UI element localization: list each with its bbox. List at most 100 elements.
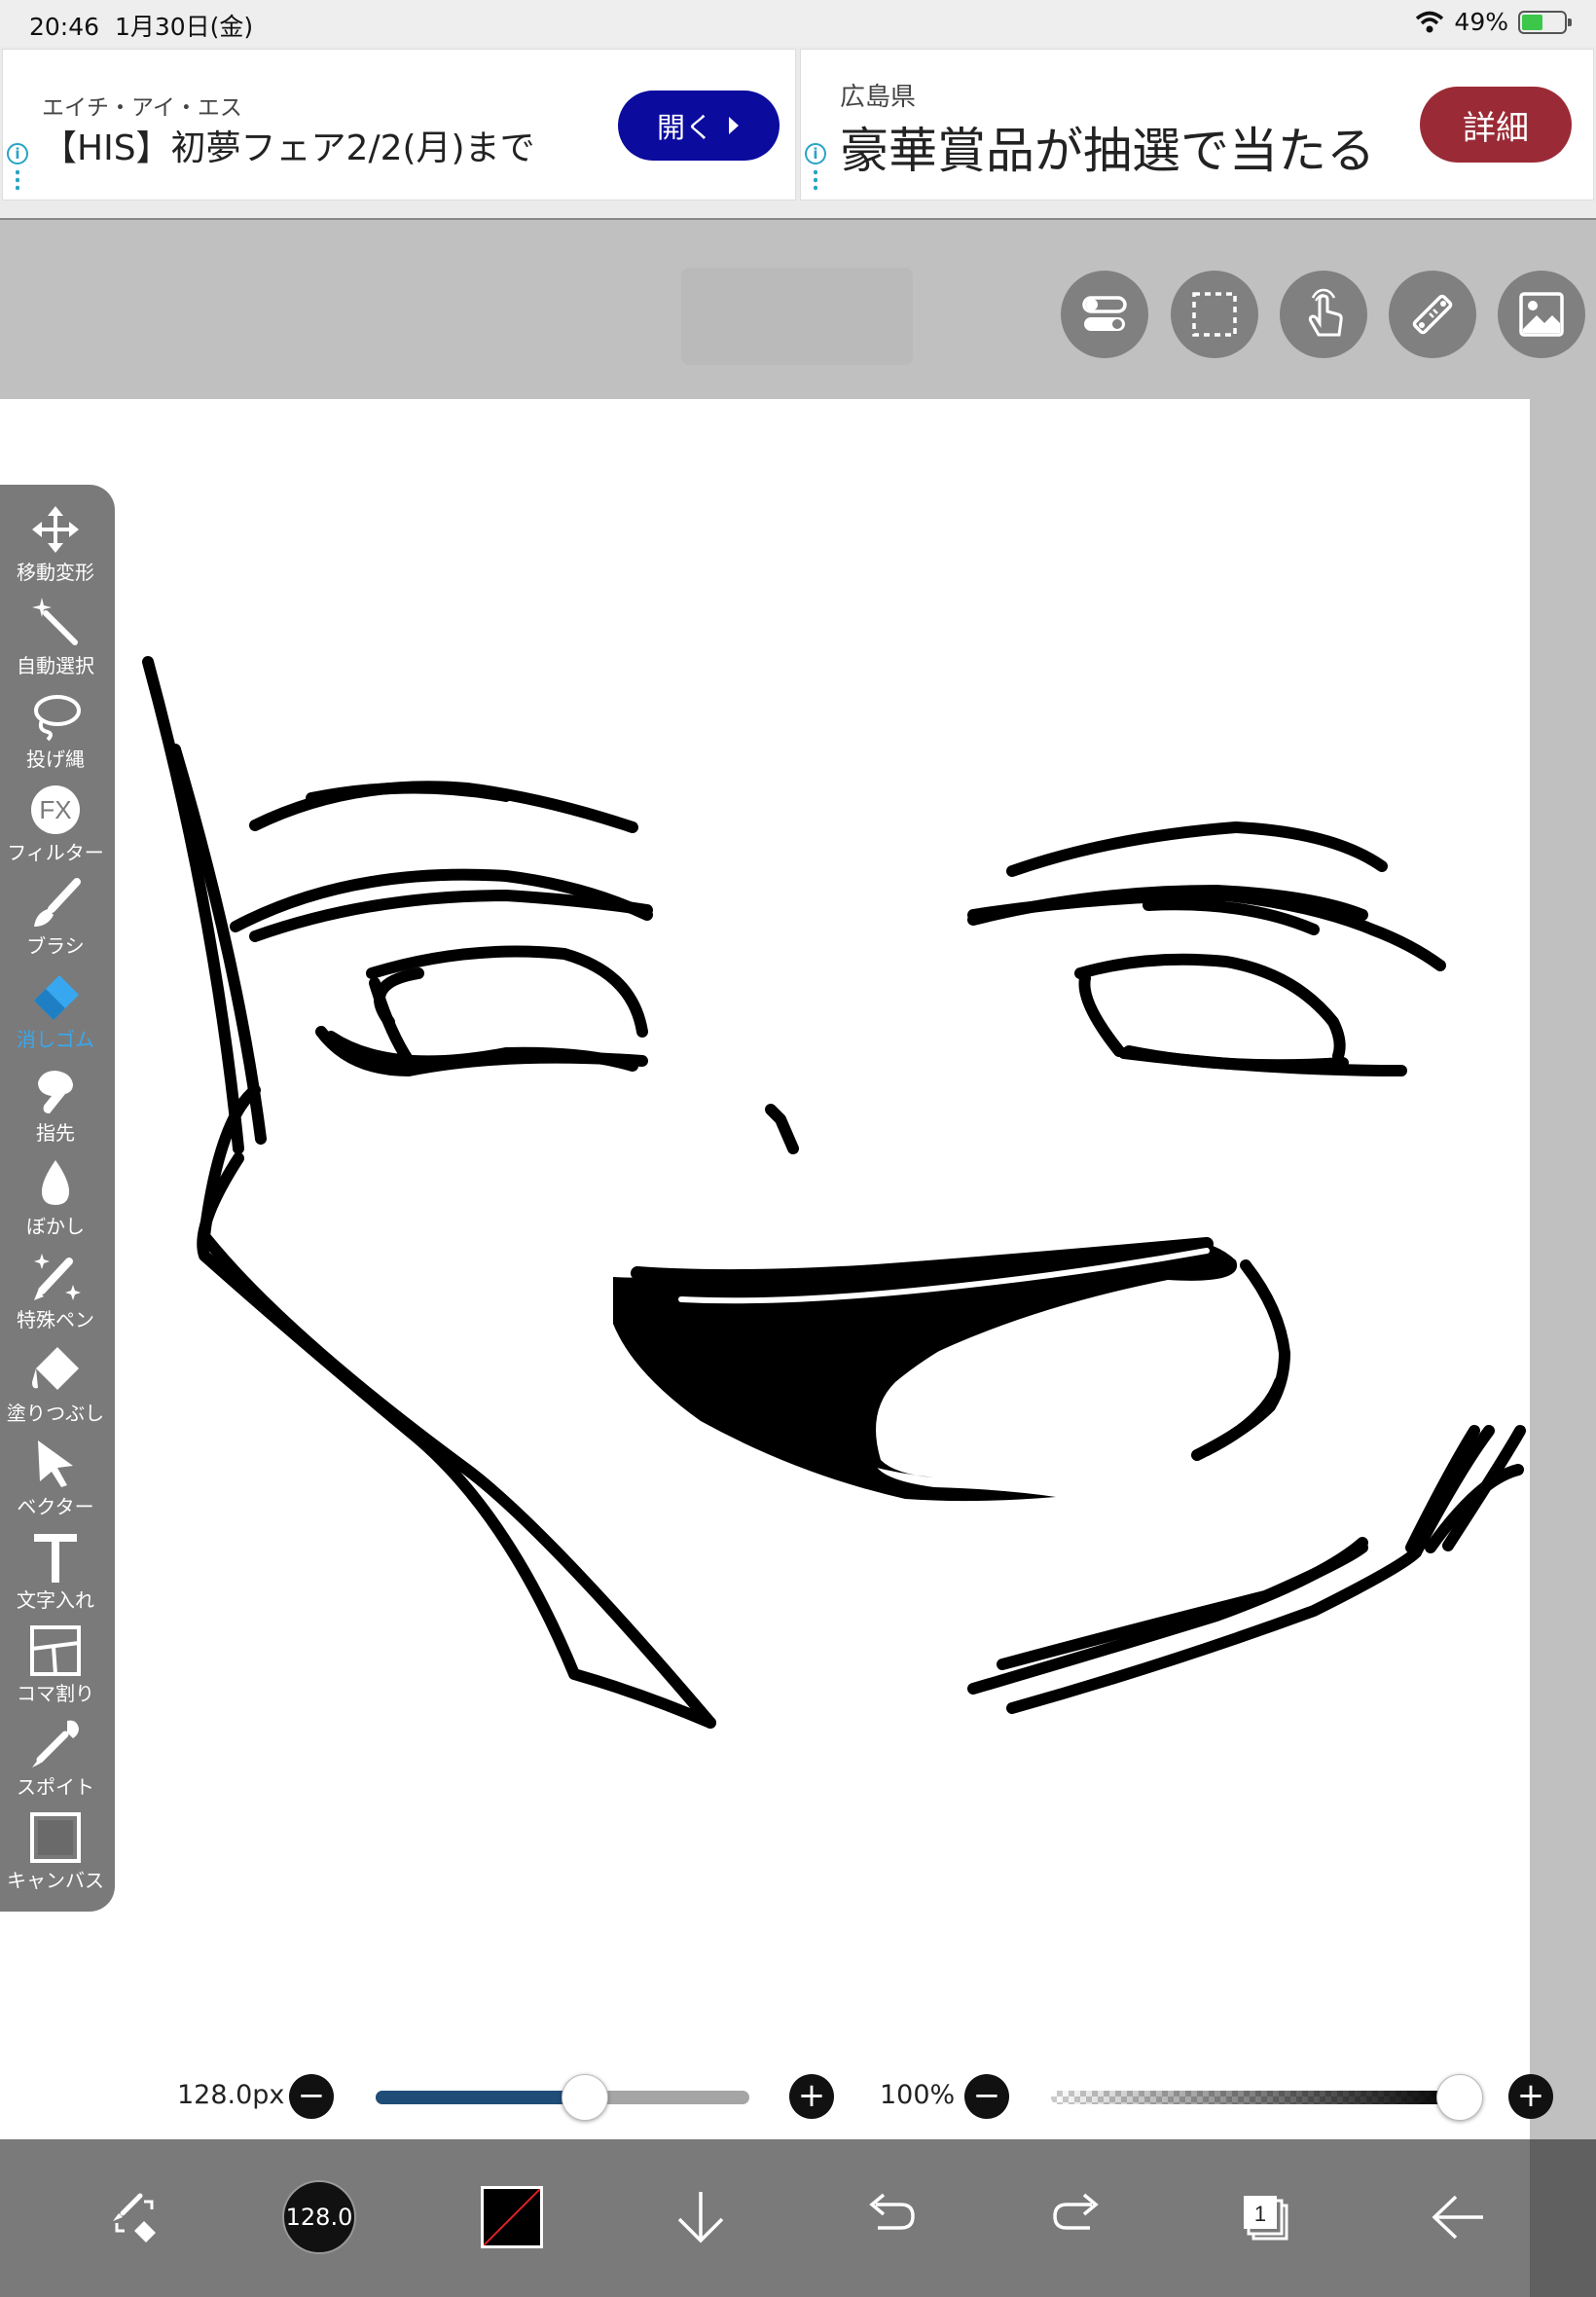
battery-icon <box>1518 10 1572 34</box>
svg-text:FX: FX <box>39 795 71 824</box>
blur-icon <box>42 1160 69 1205</box>
fill-icon <box>32 1347 79 1390</box>
ad-banner-his[interactable]: i エイチ・アイ・エス 【HIS】初夢フェア2/2(月)まで 開く <box>2 49 796 201</box>
tool-label: キャンバス <box>7 1869 104 1892</box>
size-increase-button[interactable]: + <box>789 2074 834 2119</box>
ruler-icon <box>1412 294 1453 335</box>
ad-open-button[interactable]: 開く <box>618 91 780 161</box>
size-decrease-button[interactable]: − <box>289 2074 334 2119</box>
text-icon <box>34 1534 77 1583</box>
redo-button[interactable] <box>1030 2169 1127 2266</box>
brush-size-button[interactable]: 128.0 <box>271 2169 368 2266</box>
tool-brush[interactable]: ブラシ <box>0 876 111 969</box>
eraser-icon <box>34 975 79 1020</box>
touch-button[interactable] <box>1280 271 1367 358</box>
tool-label: 移動変形 <box>17 561 94 584</box>
fx-icon: FX <box>31 785 80 834</box>
special-pen-icon <box>34 1254 81 1300</box>
lasso-icon <box>34 695 81 742</box>
eyedropper-icon <box>32 1720 79 1768</box>
brush-size-indicator: 128.0 <box>282 2180 356 2254</box>
tool-label: コマ割り <box>17 1682 94 1705</box>
info-icon[interactable]: i <box>7 143 28 164</box>
opacity-slider-track[interactable] <box>1051 2091 1460 2104</box>
magic-wand-icon <box>32 598 78 645</box>
finger-icon <box>38 1071 73 1113</box>
tool-canvas[interactable]: キャンバス <box>0 1810 111 1904</box>
back-button[interactable] <box>1409 2169 1506 2266</box>
sketch-drawing <box>142 656 1526 1729</box>
undo-button[interactable] <box>841 2169 938 2266</box>
tool-eraser[interactable]: 消しゴム <box>0 969 111 1063</box>
tool-label: ブラシ <box>26 934 85 958</box>
image-button[interactable] <box>1498 271 1585 358</box>
layers-button[interactable]: 1 <box>1216 2169 1314 2266</box>
opacity-slider-knob[interactable] <box>1436 2074 1483 2121</box>
opacity-label: 100% <box>880 2080 956 2110</box>
arrow-down-icon <box>677 2192 724 2243</box>
ad-advertiser: エイチ・アイ・エス <box>42 95 242 121</box>
ad-advertiser: 広島県 <box>840 83 917 112</box>
status-time: 20:46 1月30日(金) <box>29 13 254 41</box>
download-button[interactable] <box>652 2169 749 2266</box>
tool-fill[interactable]: 塗りつぶし <box>0 1343 111 1437</box>
size-slider-fill <box>376 2091 586 2104</box>
ad-details-button[interactable]: 詳細 <box>1420 87 1572 163</box>
swap-tool-button[interactable] <box>86 2169 183 2266</box>
swap-brush-eraser-icon <box>113 2193 156 2242</box>
tool-label: ベクター <box>17 1495 94 1518</box>
tool-panel: 移動変形 自動選択 投げ縄 FX フィルター ブラシ 消しゴム 指先 ぼかし 特… <box>0 485 115 1912</box>
opacity-decrease-button[interactable]: − <box>964 2074 1009 2119</box>
color-swatch <box>481 2186 543 2248</box>
drawing-canvas[interactable] <box>0 399 1530 2139</box>
tool-label: スポイト <box>17 1775 94 1799</box>
color-button[interactable] <box>463 2169 561 2266</box>
image-icon <box>1519 292 1564 337</box>
toggle-icon <box>1082 296 1127 331</box>
tool-text[interactable]: 文字入れ <box>0 1530 111 1623</box>
arrow-left-icon <box>1432 2195 1483 2240</box>
tool-auto-select[interactable]: 自動選択 <box>0 596 111 689</box>
tool-blur[interactable]: ぼかし <box>0 1156 111 1250</box>
tool-label: 文字入れ <box>17 1588 94 1612</box>
ad-headline: 豪華賞品が抽選で当たる <box>840 123 1375 179</box>
tool-vector[interactable]: ベクター <box>0 1437 111 1530</box>
battery-percent: 49% <box>1454 8 1508 36</box>
canvas-icon <box>30 1812 81 1863</box>
brush-icon <box>34 878 81 927</box>
tool-panel-divide[interactable]: コマ割り <box>0 1623 111 1717</box>
tool-special-pen[interactable]: 特殊ペン <box>0 1250 111 1343</box>
tool-label: 塗りつぶし <box>6 1402 105 1425</box>
move-icon <box>32 506 79 553</box>
tool-finger[interactable]: 指先 <box>0 1063 111 1156</box>
play-arrow-icon <box>729 117 739 134</box>
selection-icon <box>1192 292 1237 337</box>
redo-icon <box>1053 2193 1099 2230</box>
toggle-button[interactable] <box>1061 271 1148 358</box>
tool-eyedropper[interactable]: スポイト <box>0 1717 111 1810</box>
more-dots-icon[interactable] <box>16 168 19 192</box>
info-icon[interactable]: i <box>805 143 826 164</box>
ad-bar: i エイチ・アイ・エス 【HIS】初夢フェア2/2(月)まで 開く i 広島県 … <box>0 47 1596 220</box>
selection-button[interactable] <box>1171 271 1258 358</box>
status-bar: 20:46 1月30日(金) 49% <box>0 0 1596 47</box>
brush-size-label: 128.0px <box>177 2080 285 2110</box>
more-dots-icon[interactable] <box>814 168 817 192</box>
tool-lasso[interactable]: 投げ縄 <box>0 689 111 783</box>
ad-banner-hiroshima[interactable]: i 広島県 豪華賞品が抽選で当たる 詳細 <box>800 49 1594 201</box>
tool-filter[interactable]: FX フィルター <box>0 783 111 876</box>
ruler-button[interactable] <box>1389 271 1476 358</box>
tool-label: 投げ縄 <box>26 747 85 771</box>
size-slider-knob[interactable] <box>562 2074 609 2121</box>
bottom-right-strip <box>1530 2139 1596 2297</box>
bottom-toolbar: 128.0 1 <box>0 2139 1530 2297</box>
tool-label: 消しゴム <box>17 1028 94 1051</box>
undo-icon <box>869 2193 915 2230</box>
touch-icon <box>1308 288 1343 337</box>
opacity-increase-button[interactable]: + <box>1508 2074 1553 2119</box>
tool-move-transform[interactable]: 移動変形 <box>0 502 111 596</box>
tool-label: フィルター <box>7 841 104 864</box>
status-right: 49% <box>1415 8 1572 36</box>
layers-icon: 1 <box>1244 2196 1288 2241</box>
panel-icon <box>30 1625 81 1676</box>
